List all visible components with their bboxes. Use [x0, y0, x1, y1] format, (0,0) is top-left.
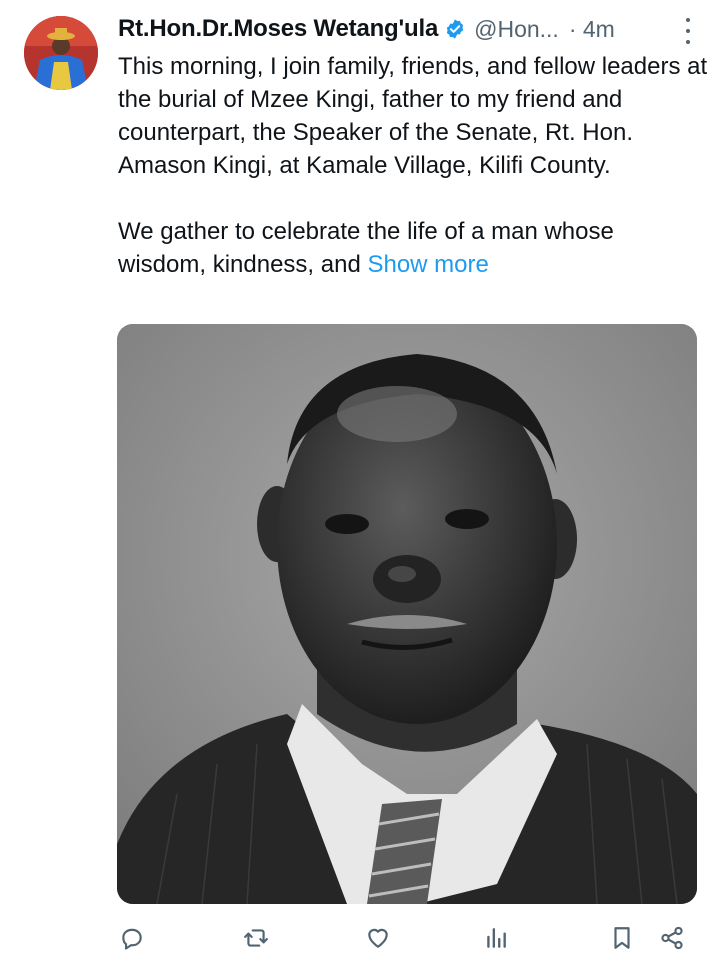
reply-icon[interactable] — [118, 924, 146, 952]
tweet-action-bar — [118, 918, 688, 958]
more-vertical-icon[interactable] — [676, 18, 700, 44]
tweet-text: This morning, I join family, friends, an… — [118, 50, 708, 281]
views-icon[interactable] — [482, 924, 510, 952]
share-icon[interactable] — [658, 924, 686, 952]
retweet-icon[interactable] — [242, 924, 270, 952]
tweet-text-paragraph-2: We gather to celebrate the life of a man… — [118, 215, 708, 281]
tweet-text-paragraph-1: This morning, I join family, friends, an… — [118, 53, 708, 179]
author-name[interactable]: Rt.Hon.Dr.Moses Wetang'ula — [118, 15, 438, 43]
author-avatar[interactable] — [24, 16, 98, 90]
show-more-link[interactable]: Show more — [367, 251, 488, 278]
tweet-photo[interactable] — [117, 324, 697, 904]
tweet-header: Rt.Hon.Dr.Moses Wetang'ula @Hon... · 4m — [118, 12, 700, 46]
author-handle[interactable]: @Hon... — [474, 16, 559, 43]
bookmark-icon[interactable] — [608, 924, 636, 952]
like-icon[interactable] — [364, 924, 392, 952]
tweet-timestamp[interactable]: · 4m — [569, 16, 615, 43]
tweet-text-paragraph-2-text: We gather to celebrate the life of a man… — [118, 218, 614, 278]
verified-badge-icon — [444, 18, 466, 40]
